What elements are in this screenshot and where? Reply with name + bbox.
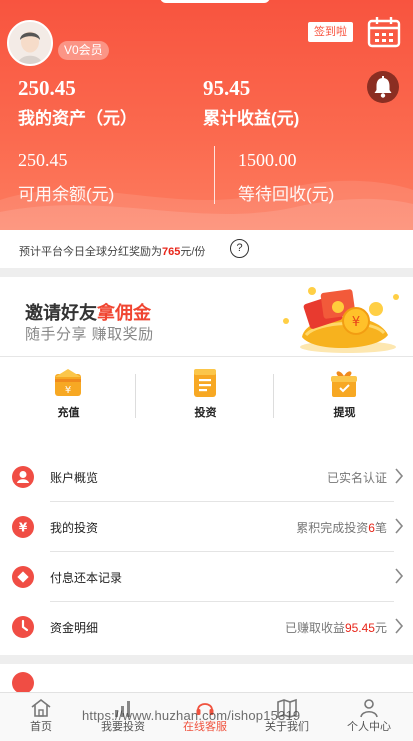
signin-button[interactable]: 签到啦	[308, 22, 353, 42]
avatar[interactable]	[7, 20, 53, 66]
chevron-right-icon	[395, 568, 404, 584]
coins-red-envelope-icon: ¥	[283, 287, 399, 353]
recharge-label: 充值	[57, 407, 80, 419]
divider	[273, 374, 274, 418]
menu-item-my-investments[interactable]: ¥ 我的投资 累积完成投资6笔	[0, 502, 413, 552]
account-header: V0会员 签到啦 250.45 我的资产（元） 95.45 累计收益(元) 25…	[0, 0, 413, 230]
clock-icon	[12, 616, 34, 638]
header-divider	[214, 146, 215, 204]
tab-invest[interactable]: 我要投资	[82, 693, 164, 741]
section-gap	[0, 268, 413, 277]
chevron-right-icon	[395, 618, 404, 634]
tab-label: 个人中心	[347, 721, 391, 733]
status-notch	[160, 0, 270, 3]
member-badge: V0会员	[58, 41, 109, 60]
menu-label: 付息还本记录	[50, 571, 123, 585]
total-income-label: 累计收益(元)	[203, 109, 300, 128]
tab-label: 我要投资	[101, 721, 145, 733]
total-assets-value: 250.45	[18, 76, 76, 100]
menu-value-text: 累积完成投资	[296, 521, 369, 535]
tab-home[interactable]: 首页	[0, 693, 82, 741]
home-icon	[31, 698, 51, 717]
yen-icon: ¥	[12, 516, 34, 538]
diamond-icon	[12, 566, 34, 588]
bar-chart-icon	[115, 701, 130, 717]
svg-text:¥: ¥	[19, 521, 28, 535]
notice-suffix: 元/份	[180, 246, 206, 258]
chevron-right-icon	[395, 468, 404, 484]
dividend-amount: 765	[162, 246, 181, 258]
menu-item-interest-records[interactable]: 付息还本记录	[0, 552, 413, 602]
help-icon[interactable]: ?	[230, 239, 249, 258]
wallet-icon: ¥	[55, 369, 81, 396]
recharge-button[interactable]: ¥ 充值	[0, 358, 137, 438]
calendar-icon[interactable]	[367, 16, 401, 48]
menu-value-highlight: 6	[368, 521, 375, 535]
dividend-notice: 预计平台今日全球分红奖励为765元/份 ?	[0, 230, 413, 268]
invest-label: 投资	[194, 407, 217, 419]
menu-label: 账户概览	[50, 471, 99, 485]
menu-value-text: 已赚取收益	[284, 621, 345, 635]
user-icon	[12, 466, 34, 488]
pending-return-label: 等待回收(元)	[238, 185, 335, 204]
invite-title: 邀请好友拿佣金	[25, 299, 151, 325]
menu-value: 累积完成投资6笔	[296, 519, 387, 536]
notification-button[interactable]	[367, 71, 399, 103]
share-icon	[12, 672, 34, 694]
bottom-tab-bar: 首页 我要投资 在线客服 关于我们 个人中心	[0, 692, 413, 741]
menu-item-fund-details[interactable]: 资金明细 已赚取收益95.45元	[0, 602, 413, 652]
document-icon	[194, 369, 216, 397]
tab-online-service[interactable]: 在线客服	[164, 693, 246, 741]
tab-profile[interactable]: 个人中心	[328, 693, 410, 741]
menu-value-text: 已实名认证	[326, 471, 387, 485]
dividend-notice-text: 预计平台今日全球分红奖励为765元/份	[19, 243, 205, 259]
available-balance-label: 可用余额(元)	[18, 185, 115, 204]
withdraw-button[interactable]: 提现	[276, 358, 413, 438]
svg-text:¥: ¥	[65, 385, 71, 396]
gift-box-icon	[331, 371, 357, 397]
quick-actions: ¥ 充值 投资 提现	[0, 358, 413, 438]
total-income-value: 95.45	[203, 76, 251, 100]
menu-value-highlight: 95.45	[344, 621, 375, 635]
invite-banner[interactable]: 邀请好友拿佣金 随手分享 赚取奖励 ¥	[0, 277, 413, 357]
chevron-right-icon	[395, 518, 404, 534]
menu-value-unit: 笔	[374, 521, 387, 535]
invite-title-main: 邀请好友	[25, 303, 97, 323]
menu-item-account-overview[interactable]: 账户概览 已实名认证	[0, 452, 413, 502]
menu-label: 我的投资	[50, 521, 99, 535]
avatar-icon	[9, 22, 51, 64]
tab-about[interactable]: 关于我们	[246, 693, 328, 741]
withdraw-label: 提现	[333, 407, 356, 419]
bell-icon	[374, 76, 392, 98]
invite-title-highlight: 拿佣金	[97, 303, 151, 323]
tab-label: 关于我们	[265, 721, 309, 733]
pending-return-value: 1500.00	[238, 150, 297, 170]
invest-button[interactable]: 投资	[137, 358, 274, 438]
divider	[135, 374, 136, 418]
tab-label: 首页	[30, 721, 52, 733]
available-balance-value: 250.45	[18, 150, 68, 170]
total-assets-label: 我的资产（元）	[18, 109, 137, 128]
headset-icon	[196, 703, 214, 715]
section-gap	[0, 655, 413, 664]
map-icon	[277, 698, 297, 718]
invite-subtitle: 随手分享 赚取奖励	[25, 326, 154, 343]
person-icon	[360, 699, 378, 718]
menu-value: 已实名认证	[327, 469, 387, 486]
tab-label: 在线客服	[183, 721, 227, 733]
notice-prefix: 预计平台今日全球分红奖励为	[19, 246, 162, 258]
menu-item-partial[interactable]	[0, 664, 413, 694]
svg-text:¥: ¥	[352, 315, 360, 330]
menu-value-unit: 元	[374, 621, 387, 635]
menu-label: 资金明细	[50, 621, 99, 635]
menu-value: 已赚取收益95.45元	[285, 619, 387, 636]
